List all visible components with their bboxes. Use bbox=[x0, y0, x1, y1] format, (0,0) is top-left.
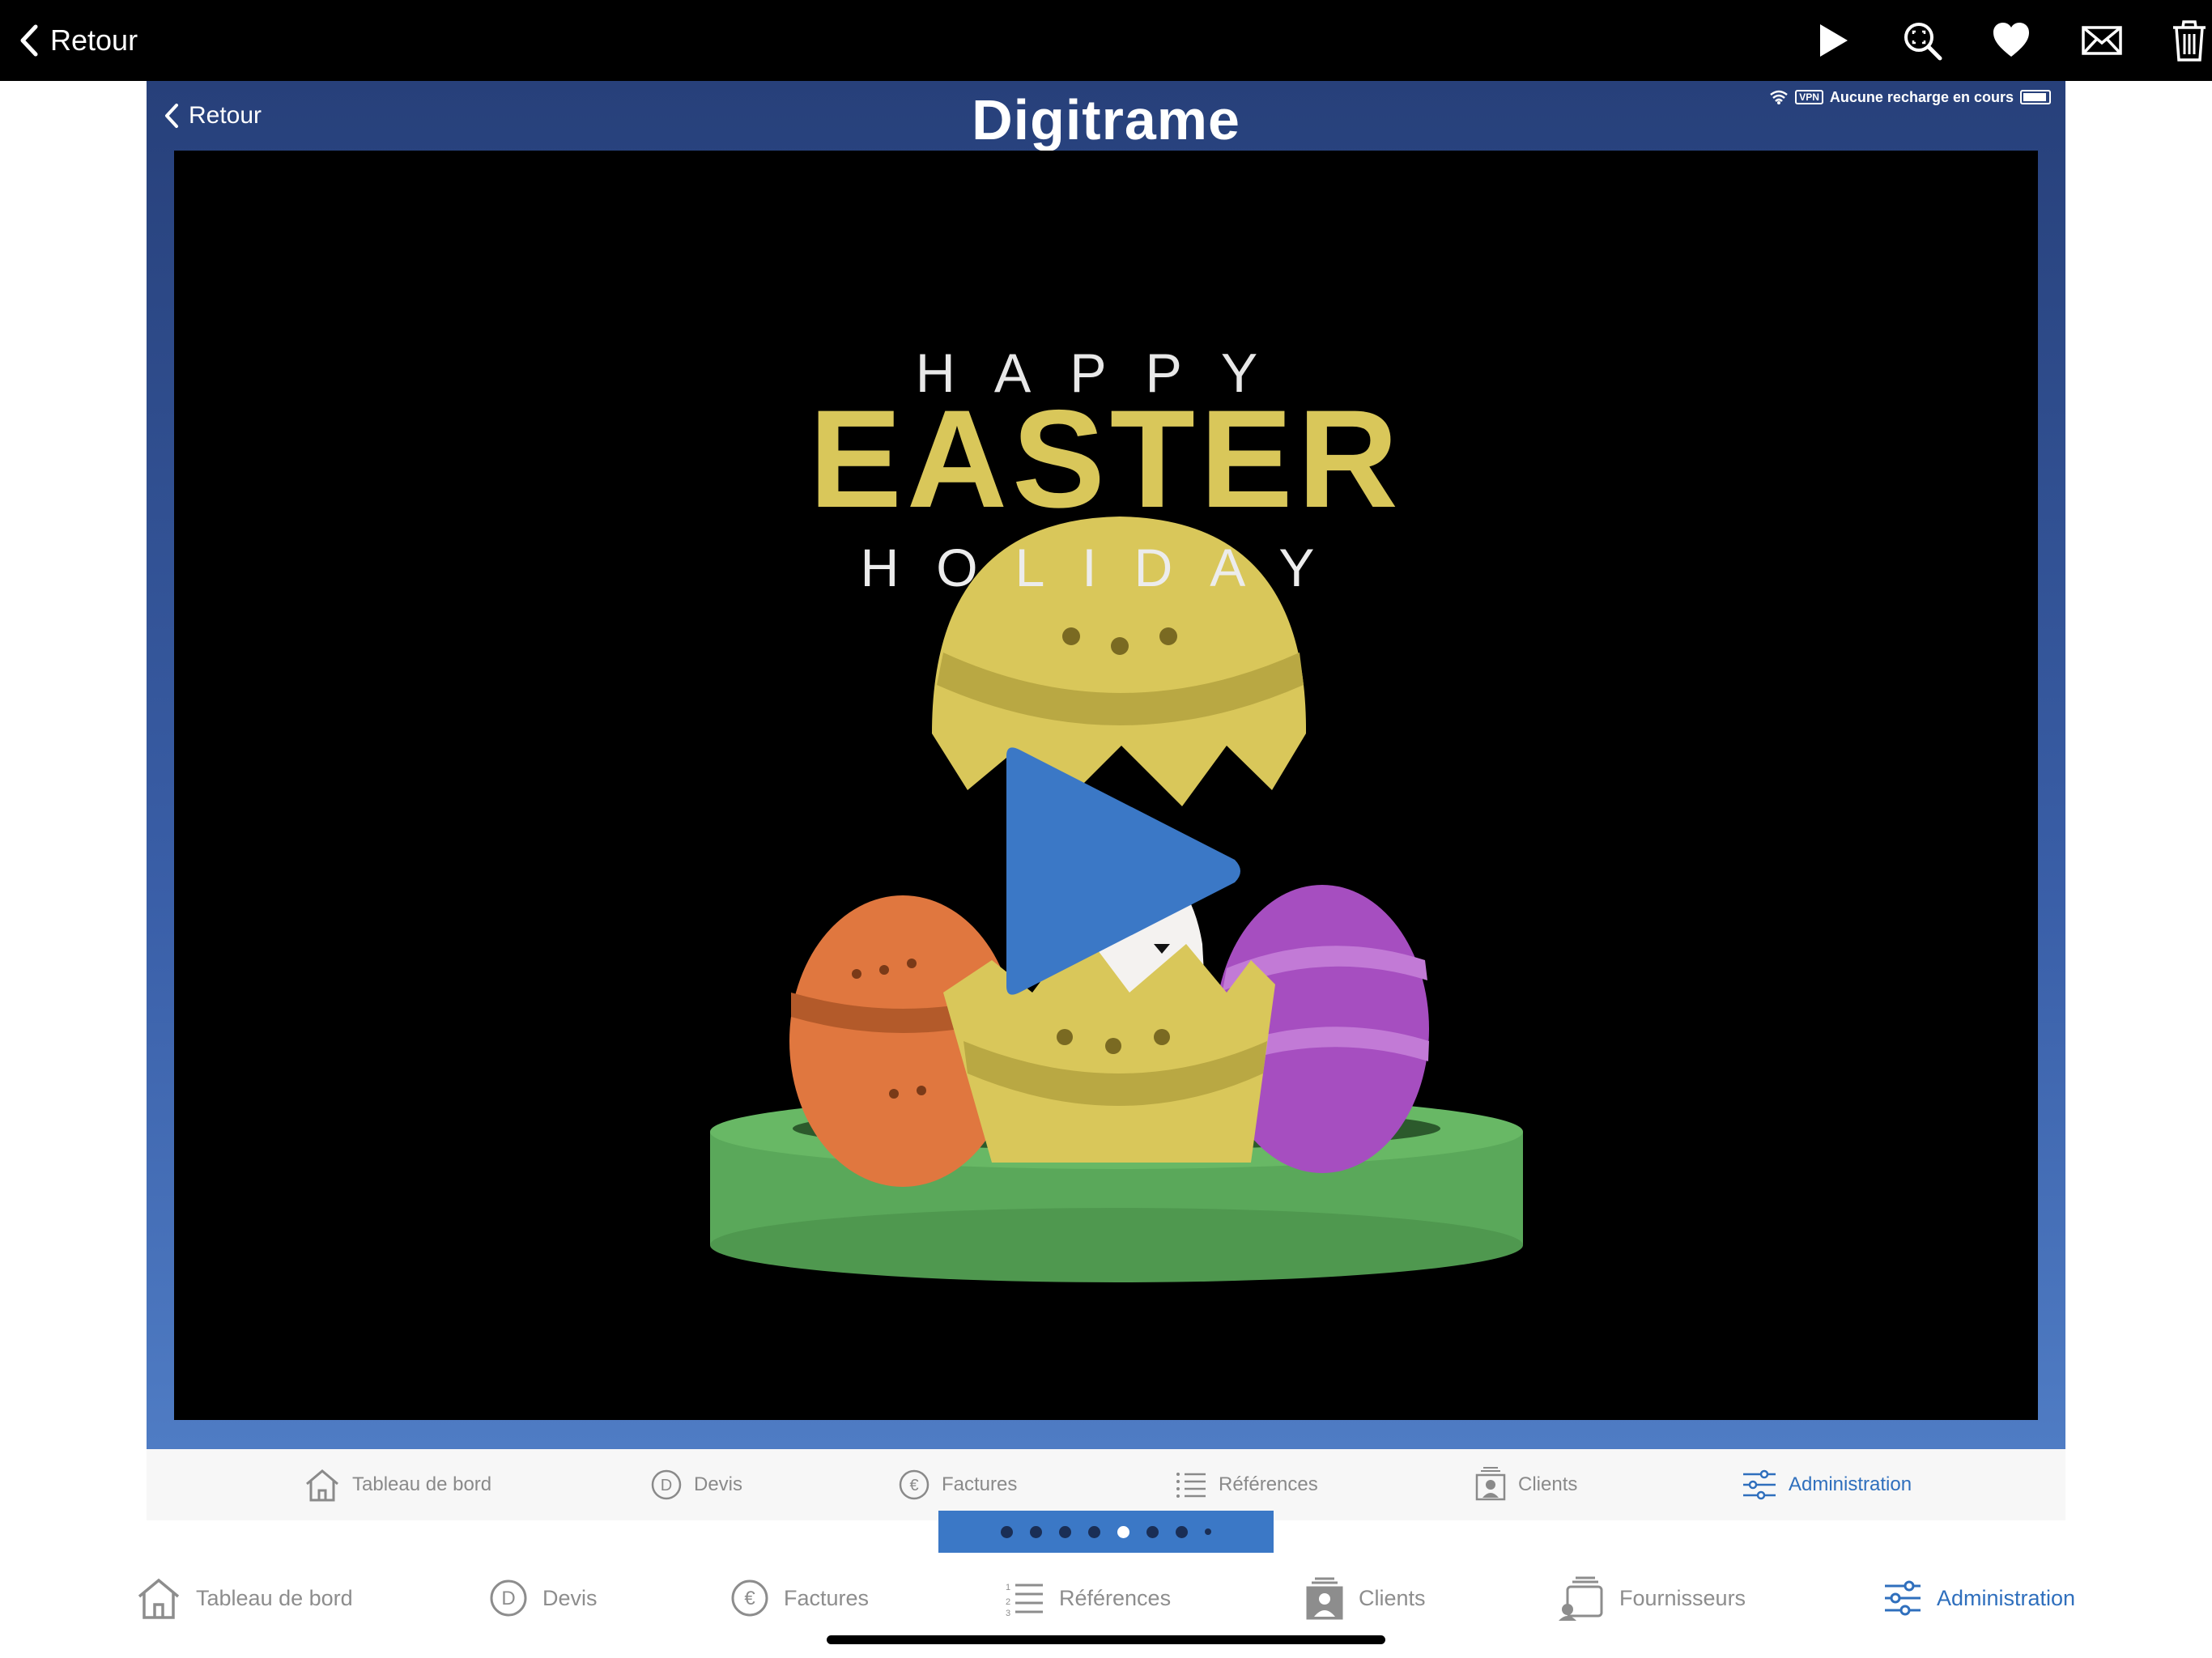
screenshot-tab-dashboard: Tableau de bord bbox=[304, 1467, 491, 1503]
tab-factures[interactable]: € Factures bbox=[730, 1575, 869, 1621]
tab-label: Factures bbox=[784, 1585, 870, 1610]
clients-icon bbox=[1475, 1467, 1506, 1501]
video-play-icon[interactable] bbox=[992, 740, 1248, 1002]
screenshot-tab-label: Clients bbox=[1518, 1473, 1578, 1495]
mail-button[interactable] bbox=[2079, 18, 2125, 63]
tab-label: Devis bbox=[542, 1585, 598, 1610]
tab-bar: Tableau de bord D Devis € Factures 1 2 3… bbox=[0, 1554, 2212, 1635]
page-dot[interactable] bbox=[1146, 1525, 1159, 1538]
screenshot-tab-administration: Administration bbox=[1742, 1467, 1912, 1503]
svg-text:2: 2 bbox=[1006, 1597, 1010, 1607]
home-icon bbox=[306, 1469, 338, 1502]
tab-label: Tableau de bord bbox=[196, 1585, 353, 1610]
tab-clients[interactable]: Clients bbox=[1305, 1575, 1426, 1621]
tab-administration[interactable]: Administration bbox=[1883, 1575, 2075, 1621]
screenshot-header: Retour Digitrame VPN Aucune recharge en … bbox=[147, 81, 2065, 151]
suppliers-icon bbox=[1559, 1576, 1603, 1621]
artwork-text-holiday: HOLIDAY bbox=[861, 538, 1352, 597]
play-icon bbox=[1820, 24, 1848, 57]
sliders-icon bbox=[1743, 1469, 1776, 1500]
screenshot-tab-clients: Clients bbox=[1474, 1467, 1577, 1503]
trash-icon bbox=[2173, 20, 2206, 62]
play-button[interactable] bbox=[1810, 18, 1856, 63]
zoom-button[interactable] bbox=[1899, 18, 1945, 63]
heart-icon bbox=[1993, 23, 2029, 57]
page-dot[interactable] bbox=[1205, 1528, 1211, 1535]
page-dot[interactable] bbox=[1176, 1525, 1188, 1538]
page-dot[interactable] bbox=[1059, 1525, 1071, 1538]
screenshot-tab-label: Administration bbox=[1789, 1473, 1912, 1495]
clients-icon bbox=[1306, 1577, 1343, 1620]
svg-text:€: € bbox=[744, 1588, 755, 1609]
top-navigation-bar: Retour bbox=[0, 0, 2212, 81]
zoom-icon bbox=[1904, 23, 1942, 61]
page-dot-active[interactable] bbox=[1117, 1525, 1129, 1538]
artwork-text-easter: EASTER bbox=[809, 381, 1403, 537]
delete-button[interactable] bbox=[2167, 18, 2212, 63]
tab-references[interactable]: 1 2 3 Références bbox=[1004, 1575, 1171, 1621]
mail-icon bbox=[2082, 26, 2122, 55]
tab-label: Fournisseurs bbox=[1619, 1585, 1746, 1610]
battery-icon bbox=[2020, 90, 2051, 104]
page-dot[interactable] bbox=[1030, 1525, 1042, 1538]
charging-status: Aucune recharge en cours bbox=[1829, 88, 2014, 105]
page-dot[interactable] bbox=[1001, 1525, 1013, 1538]
screenshot-preview: Retour Digitrame VPN Aucune recharge en … bbox=[147, 81, 2065, 1449]
favorite-button[interactable] bbox=[1989, 18, 2034, 63]
tab-label: Administration bbox=[1937, 1585, 2076, 1610]
screenshot-tab-label: Factures bbox=[942, 1473, 1018, 1495]
screenshot-tab-devis: D Devis bbox=[650, 1467, 742, 1503]
page-indicator[interactable] bbox=[938, 1511, 1274, 1553]
screenshot-tab-label: Tableau de bord bbox=[352, 1473, 492, 1495]
page-dot[interactable] bbox=[1088, 1525, 1100, 1538]
devis-icon: D bbox=[651, 1469, 682, 1500]
list-icon: 1 2 3 bbox=[1006, 1583, 1043, 1616]
back-button[interactable]: Retour bbox=[19, 18, 138, 63]
svg-text:D: D bbox=[501, 1588, 515, 1609]
svg-text:€: € bbox=[909, 1477, 918, 1494]
list-icon bbox=[1176, 1473, 1206, 1498]
home-indicator[interactable] bbox=[827, 1635, 1385, 1644]
tab-devis[interactable]: D Devis bbox=[489, 1575, 598, 1621]
svg-text:3: 3 bbox=[1006, 1609, 1010, 1616]
tab-suppliers[interactable]: Fournisseurs bbox=[1558, 1575, 1746, 1621]
sliders-icon bbox=[1885, 1580, 1921, 1616]
euro-icon: € bbox=[899, 1469, 929, 1500]
svg-text:1: 1 bbox=[1006, 1583, 1010, 1592]
svg-text:D: D bbox=[661, 1477, 672, 1494]
chevron-left-icon bbox=[20, 24, 38, 57]
screenshot-tab-bar: Tableau de bord D Devis € Factures Référ… bbox=[147, 1449, 2065, 1520]
tab-label: Références bbox=[1059, 1585, 1172, 1610]
vpn-badge: VPN bbox=[1795, 90, 1823, 104]
devis-icon: D bbox=[490, 1579, 527, 1617]
tab-dashboard[interactable]: Tableau de bord bbox=[136, 1575, 353, 1621]
home-icon bbox=[138, 1578, 180, 1619]
status-bar: VPN Aucune recharge en cours bbox=[1769, 86, 2051, 108]
screenshot-tab-label: Références bbox=[1219, 1473, 1318, 1495]
video-preview: HAPPY EASTER HOLIDAY bbox=[174, 151, 2038, 1420]
screenshot-tab-label: Devis bbox=[694, 1473, 743, 1495]
wifi-icon bbox=[1770, 90, 1789, 104]
tab-label: Clients bbox=[1359, 1585, 1426, 1610]
back-label: Retour bbox=[50, 23, 138, 57]
screenshot-tab-factures: € Factures bbox=[898, 1467, 1017, 1503]
screenshot-tab-references: Références bbox=[1175, 1467, 1318, 1503]
euro-icon: € bbox=[731, 1579, 768, 1617]
